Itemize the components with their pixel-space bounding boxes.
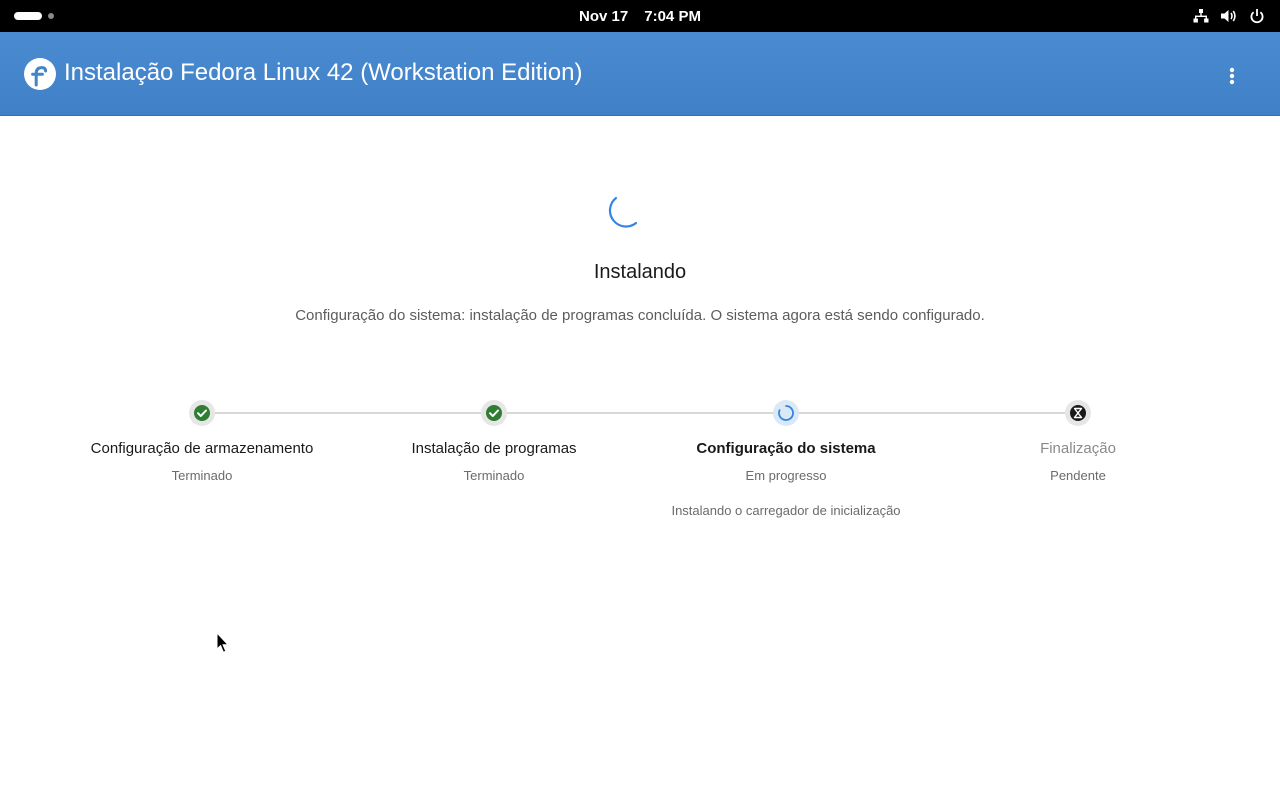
step-label: Finalização xyxy=(1040,440,1116,457)
installer-header-bar: Instalação Fedora Linux 42 (Workstation … xyxy=(0,32,1280,116)
check-icon xyxy=(486,405,502,421)
progress-heading: Instalando xyxy=(593,261,687,283)
network-icon[interactable] xyxy=(1192,7,1210,25)
hourglass-icon xyxy=(1070,405,1086,421)
step-status: Em progresso xyxy=(745,468,827,483)
progress-subtitle: Configuração do sistema: instalação de p… xyxy=(295,307,985,324)
mouse-pointer-icon xyxy=(216,631,230,654)
step-label: Configuração do sistema xyxy=(696,440,876,457)
main-menu-button[interactable] xyxy=(1218,62,1246,90)
clock-date[interactable]: Nov 17 xyxy=(579,8,628,25)
step-label: Instalação de programas xyxy=(411,440,577,457)
step-progress-indicator xyxy=(773,400,799,426)
installer-title: Instalação Fedora Linux 42 (Workstation … xyxy=(64,59,583,86)
clock: Nov 17 7:04 PM xyxy=(0,0,1280,32)
fedora-logo-icon xyxy=(24,58,56,90)
step-pending-indicator xyxy=(1065,400,1091,426)
step-detail: Instalando o carregador de inicialização xyxy=(671,503,901,518)
step-done-indicator xyxy=(189,400,215,426)
volume-icon[interactable] xyxy=(1220,7,1238,25)
loading-spinner-icon xyxy=(608,186,656,234)
clock-time[interactable]: 7:04 PM xyxy=(644,8,701,25)
step-status: Terminado xyxy=(171,468,233,483)
vertical-ellipsis-icon xyxy=(1229,67,1235,85)
step-label: Configuração de armazenamento xyxy=(90,440,314,457)
system-top-bar: Nov 17 7:04 PM xyxy=(0,0,1280,32)
workspace-indicator xyxy=(48,13,54,19)
spinner-icon xyxy=(778,405,794,421)
step-status: Terminado xyxy=(463,468,525,483)
check-icon xyxy=(194,405,210,421)
step-status: Pendente xyxy=(1050,468,1106,483)
power-icon[interactable] xyxy=(1248,7,1266,25)
system-tray[interactable] xyxy=(1192,6,1266,26)
active-workspace-indicator xyxy=(14,12,42,20)
activities-button[interactable] xyxy=(14,10,54,22)
step-system-configuration: Configuração do sistema Em progresso Ins… xyxy=(636,400,936,518)
step-finalization: Finalização Pendente xyxy=(928,400,1228,483)
step-done-indicator xyxy=(481,400,507,426)
step-storage-configuration: Configuração de armazenamento Terminado xyxy=(52,400,352,483)
step-software-installation: Instalação de programas Terminado xyxy=(344,400,644,483)
